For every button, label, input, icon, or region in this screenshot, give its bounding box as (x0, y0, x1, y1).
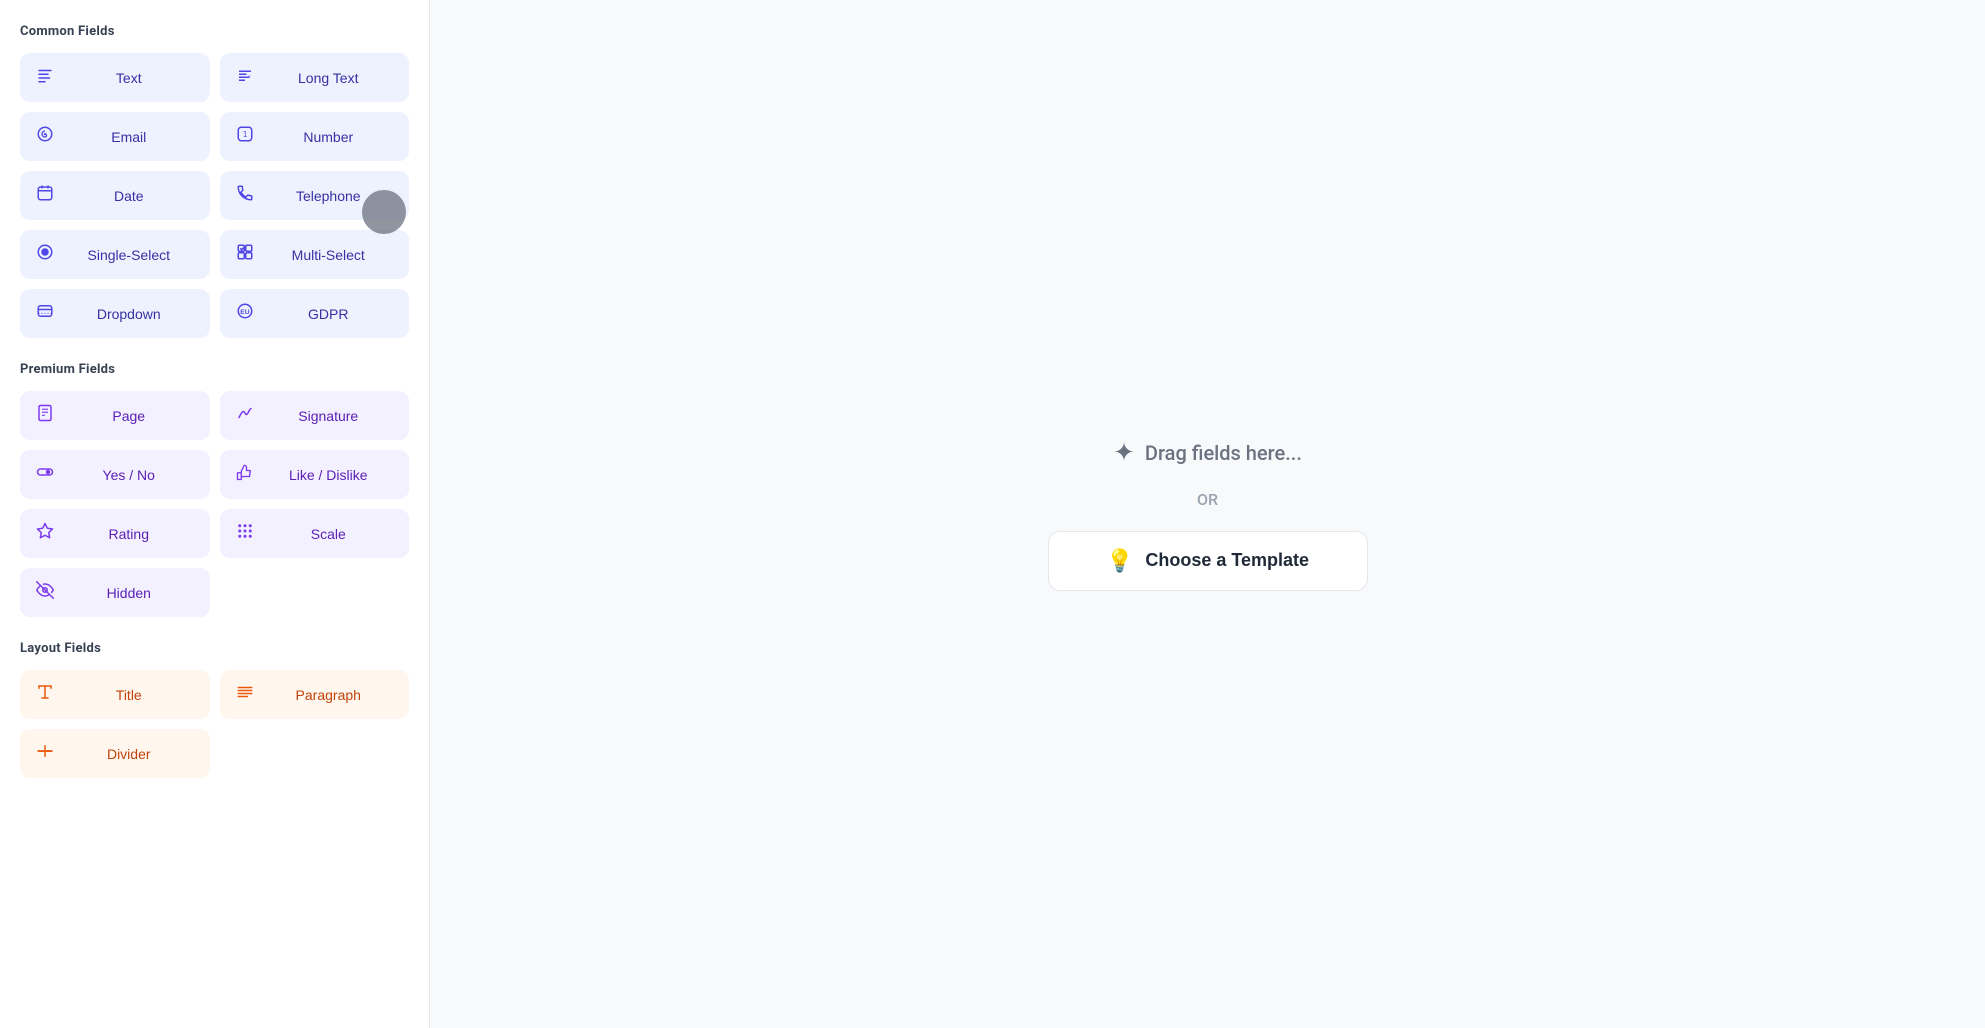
field-label: Date (64, 188, 194, 204)
number-icon: 1 (236, 125, 254, 148)
premium-fields-title: Premium Fields (20, 362, 409, 377)
telephone-icon (236, 184, 254, 207)
common-fields-grid: Text Long Text Email 1 Number (20, 53, 409, 338)
field-label: Title (64, 687, 194, 703)
field-label: Single-Select (64, 247, 194, 263)
premium-fields-grid: Page Signature Yes / No Like / Dislike (20, 391, 409, 617)
sparkle-icon: ✦ (1113, 438, 1135, 468)
field-btn-hidden[interactable]: Hidden (20, 568, 210, 617)
drag-indicator (362, 190, 406, 234)
common-fields-title: Common Fields (20, 24, 409, 39)
drag-hint-text: Drag fields here... (1145, 441, 1302, 465)
field-btn-email[interactable]: Email (20, 112, 210, 161)
field-label: Rating (64, 526, 194, 542)
multi-select-icon (236, 243, 254, 266)
page-icon (36, 404, 54, 427)
rating-icon (36, 522, 54, 545)
gdpr-icon: EU (236, 302, 254, 325)
yes-no-icon (36, 463, 54, 486)
field-label: Paragraph (264, 687, 394, 703)
field-btn-page[interactable]: Page (20, 391, 210, 440)
field-label: Text (64, 70, 194, 86)
drop-zone: ✦ Drag fields here... OR 💡 Choose a Temp… (1048, 438, 1368, 591)
field-btn-yes-no[interactable]: Yes / No (20, 450, 210, 499)
field-label: Dropdown (64, 306, 194, 322)
dropdown-icon (36, 302, 54, 325)
field-btn-gdpr[interactable]: EU GDPR (220, 289, 410, 338)
svg-text:EU: EU (240, 309, 250, 316)
field-btn-single-select[interactable]: Single-Select (20, 230, 210, 279)
paragraph-icon (236, 683, 254, 706)
field-label: Hidden (64, 585, 194, 601)
field-btn-paragraph[interactable]: Paragraph (220, 670, 410, 719)
like-dislike-icon (236, 463, 254, 486)
layout-fields-title: Layout Fields (20, 641, 409, 656)
left-panel: Common Fields Text Long Text Email 1 (0, 0, 430, 1028)
signature-icon (236, 404, 254, 427)
field-label: Yes / No (64, 467, 194, 483)
field-btn-text[interactable]: Text (20, 53, 210, 102)
choose-template-button[interactable]: 💡 Choose a Template (1048, 531, 1368, 591)
field-label: Like / Dislike (264, 467, 394, 483)
single-select-icon (36, 243, 54, 266)
drag-hint: ✦ Drag fields here... (1113, 438, 1302, 468)
scale-icon (236, 522, 254, 545)
email-icon (36, 125, 54, 148)
field-label: Multi-Select (264, 247, 394, 263)
or-divider: OR (1197, 490, 1218, 509)
field-btn-dropdown[interactable]: Dropdown (20, 289, 210, 338)
field-btn-title[interactable]: Title (20, 670, 210, 719)
field-btn-rating[interactable]: Rating (20, 509, 210, 558)
canvas-area: ✦ Drag fields here... OR 💡 Choose a Temp… (430, 0, 1985, 1028)
long-text-icon (236, 66, 254, 89)
choose-template-label: Choose a Template (1145, 550, 1309, 571)
field-btn-number[interactable]: 1 Number (220, 112, 410, 161)
field-btn-divider[interactable]: Divider (20, 729, 210, 778)
field-btn-date[interactable]: Date (20, 171, 210, 220)
layout-fields-grid: Title Paragraph Divider (20, 670, 409, 778)
hidden-icon (36, 581, 54, 604)
bulb-icon: 💡 (1106, 548, 1133, 574)
field-btn-signature[interactable]: Signature (220, 391, 410, 440)
field-label: Divider (64, 746, 194, 762)
field-label: Long Text (264, 70, 394, 86)
field-label: Scale (264, 526, 394, 542)
svg-text:1: 1 (242, 130, 247, 139)
field-btn-scale[interactable]: Scale (220, 509, 410, 558)
field-btn-multi-select[interactable]: Multi-Select (220, 230, 410, 279)
field-btn-long-text[interactable]: Long Text (220, 53, 410, 102)
date-icon (36, 184, 54, 207)
field-label: GDPR (264, 306, 394, 322)
title-icon (36, 683, 54, 706)
field-label: Page (64, 408, 194, 424)
field-btn-like-dislike[interactable]: Like / Dislike (220, 450, 410, 499)
divider-icon (36, 742, 54, 765)
field-label: Signature (264, 408, 394, 424)
field-label: Number (264, 129, 394, 145)
text-icon (36, 66, 54, 89)
field-label: Email (64, 129, 194, 145)
